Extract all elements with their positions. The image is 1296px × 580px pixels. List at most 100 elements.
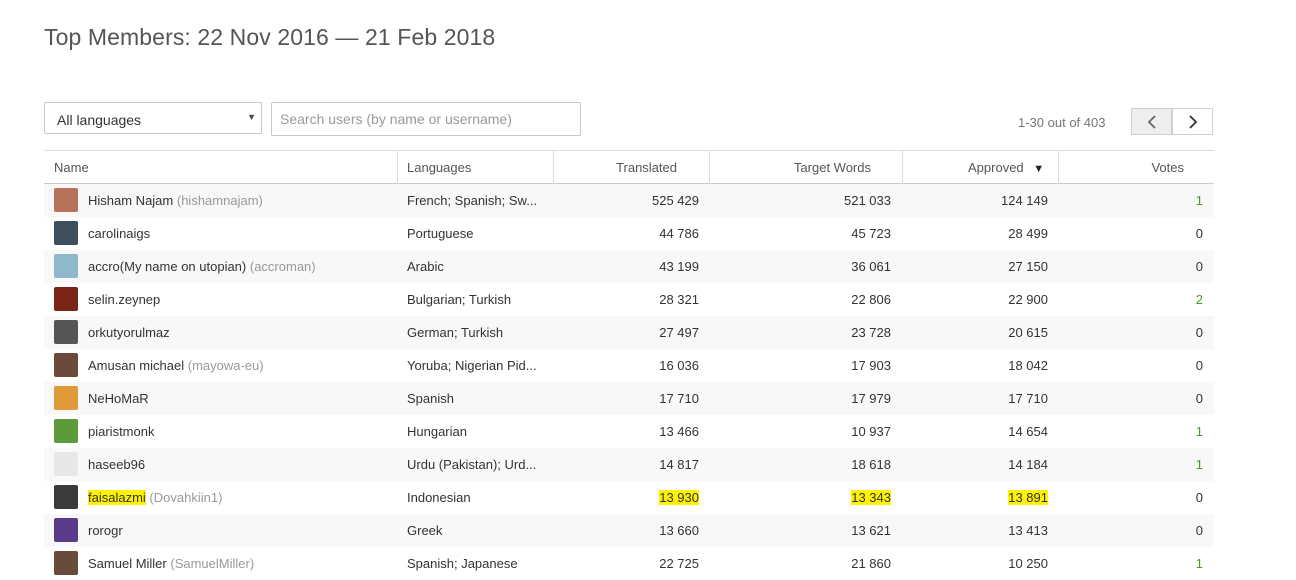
member-translated: 17 710 [554,382,699,415]
member-approved-value: 14 184 [1008,457,1048,472]
member-target-words-value: 18 618 [851,457,891,472]
member-target-words: 13 621 [710,514,891,547]
member-translated: 13 660 [554,514,699,547]
column-header-approved[interactable]: Approved ▼ [903,151,1059,184]
member-translated: 43 199 [554,250,699,283]
table-header: Name Languages Translated Target Words A… [44,150,1214,184]
member-name-link[interactable]: Amusan michael [88,358,184,373]
table-row: NeHoMaR Spanish 17 710 17 979 17 710 0 [44,382,1214,415]
column-header-target-words[interactable]: Target Words [710,151,903,184]
previous-page-button[interactable] [1131,108,1172,135]
member-name-cell: faisalazmi (Dovahkiin1) [88,481,222,514]
avatar[interactable] [54,419,78,443]
member-approved: 10 250 [903,547,1048,580]
member-name-cell: piaristmonk [88,415,154,448]
avatar[interactable] [54,386,78,410]
member-name-link[interactable]: rorogr [88,523,123,538]
avatar[interactable] [54,221,78,245]
member-approved: 22 900 [903,283,1048,316]
member-name-link[interactable]: NeHoMaR [88,391,149,406]
member-votes: 0 [1195,226,1203,241]
column-header-translated[interactable]: Translated [554,151,710,184]
member-translated-value: 22 725 [659,556,699,571]
member-translated-value: 525 429 [652,193,699,208]
member-target-words: 23 728 [710,316,891,349]
member-votes: 0 [1195,325,1203,340]
member-votes: 1 [1195,193,1203,208]
member-target-words-value: 45 723 [851,226,891,241]
table-row: Samuel Miller (SamuelMiller) Spanish; Jap… [44,547,1214,580]
member-name-link[interactable]: orkutyorulmaz [88,325,170,340]
table-row: Hisham Najam (hishamnajam) French; Spanis… [44,184,1214,217]
member-approved: 13 891 [903,481,1048,514]
member-name-link[interactable]: accro(My name on utopian) [88,259,246,274]
member-name-cell: Amusan michael (mayowa-eu) [88,349,264,382]
member-translated: 16 036 [554,349,699,382]
avatar[interactable] [54,518,78,542]
avatar[interactable] [54,452,78,476]
member-approved-value: 14 654 [1008,424,1048,439]
avatar[interactable] [54,353,78,377]
dropdown-arrow-icon: ▼ [247,112,256,122]
column-header-approved-label: Approved [968,160,1024,175]
member-translated-value: 16 036 [659,358,699,373]
member-approved: 14 184 [903,448,1048,481]
member-name-cell: haseeb96 [88,448,145,481]
chevron-left-icon [1147,114,1156,129]
member-username: (Dovahkiin1) [149,490,223,505]
member-username: (mayowa-eu) [187,358,264,373]
member-languages: German; Turkish [407,325,504,340]
column-header-languages[interactable]: Languages [398,151,554,184]
member-votes: 0 [1195,490,1203,505]
member-translated-value: 17 710 [659,391,699,406]
member-translated-value: 27 497 [659,325,699,340]
member-target-words-value: 10 937 [851,424,891,439]
table-row: piaristmonk Hungarian 13 466 10 937 14 654 1 [44,415,1214,448]
table-row: haseeb96 Urdu (Pakistan); Urd... 14 817 18 … [44,448,1214,481]
member-name-link[interactable]: Samuel Miller [88,556,167,571]
member-target-words: 10 937 [710,415,891,448]
member-name-cell: Hisham Najam (hishamnajam) [88,184,263,217]
member-name-link[interactable]: haseeb96 [88,457,145,472]
table-row: orkutyorulmaz German; Turkish 27 497 23 728… [44,316,1214,349]
member-approved-value: 22 900 [1008,292,1048,307]
avatar[interactable] [54,485,78,509]
avatar[interactable] [54,320,78,344]
member-name-link[interactable]: faisalazmi [88,490,146,505]
member-name-cell: orkutyorulmaz [88,316,170,349]
member-translated-value: 14 817 [659,457,699,472]
next-page-button[interactable] [1172,108,1213,135]
member-languages: Yoruba; Nigerian Pid... [407,358,537,373]
member-target-words-value: 17 903 [851,358,891,373]
member-target-words-value: 521 033 [844,193,891,208]
member-translated-value: 13 660 [659,523,699,538]
member-translated: 28 321 [554,283,699,316]
member-votes: 0 [1195,358,1203,373]
avatar[interactable] [54,188,78,212]
member-approved-value: 27 150 [1008,259,1048,274]
member-translated: 44 786 [554,217,699,250]
member-translated: 22 725 [554,547,699,580]
column-header-name[interactable]: Name [44,151,398,184]
member-languages: Bulgarian; Turkish [407,292,512,307]
member-votes: 2 [1195,292,1203,307]
member-name-link[interactable]: selin.zeynep [88,292,160,307]
member-target-words: 521 033 [710,184,891,217]
avatar[interactable] [54,254,78,278]
member-name-link[interactable]: Hisham Najam [88,193,173,208]
member-approved-value: 10 250 [1008,556,1048,571]
member-languages: French; Spanish; Sw... [407,193,538,208]
member-username: (SamuelMiller) [170,556,255,571]
member-target-words: 17 979 [710,382,891,415]
column-header-votes[interactable]: Votes [1059,151,1214,184]
search-users-input[interactable] [271,102,581,136]
member-name-link[interactable]: piaristmonk [88,424,154,439]
member-name-link[interactable]: carolinaigs [88,226,150,241]
member-approved: 17 710 [903,382,1048,415]
member-approved-value: 20 615 [1008,325,1048,340]
language-select[interactable]: All languages ▼ [44,102,262,134]
avatar[interactable] [54,287,78,311]
avatar[interactable] [54,551,78,575]
member-languages: Hungarian [407,424,467,439]
member-languages: Arabic [407,259,444,274]
